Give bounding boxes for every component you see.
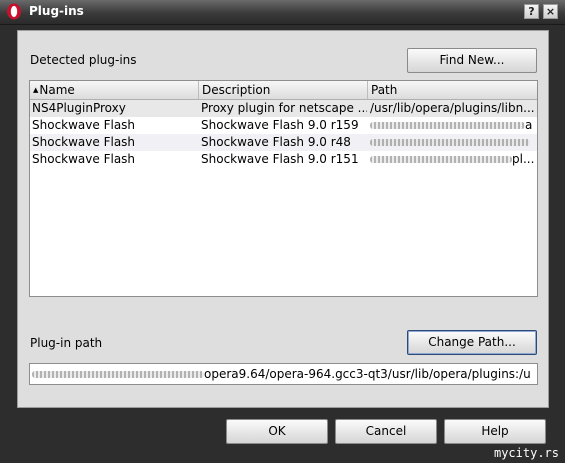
table-row[interactable]: Shockwave Flash Shockwave Flash 9.0 r48 [30,134,537,151]
window-title: Plug-ins [29,4,84,18]
column-header-name[interactable]: ▲Name [30,81,199,99]
plugin-path: a [370,117,536,134]
redacted-path [370,122,525,129]
column-header-description[interactable]: Description [199,81,368,99]
column-header-path[interactable]: Path [368,81,537,99]
table-row[interactable]: NS4PluginProxy Proxy plugin for netscape… [30,100,537,117]
redacted-path [32,371,204,378]
plugin-path [370,134,536,151]
close-title-button[interactable]: × [543,4,558,19]
plugin-name: Shockwave Flash [32,152,136,166]
help-button[interactable]: Help [444,419,546,444]
redacted-path [370,156,512,163]
table-row[interactable]: Shockwave Flash Shockwave Flash 9.0 r159… [30,117,537,134]
help-title-button[interactable]: ? [524,4,539,19]
plugin-path-label: Plug-in path [30,336,103,350]
plugin-description: Proxy plugin for netscape ... [201,101,367,115]
opera-logo-icon [7,3,21,20]
ok-button[interactable]: OK [226,419,328,444]
plugin-path: /usr/lib/opera/plugins/libn... [370,101,535,115]
plugin-name: Shockwave Flash [32,118,136,132]
plugin-description: Shockwave Flash 9.0 r151 [201,152,359,166]
cancel-button[interactable]: Cancel [335,419,437,444]
change-path-button[interactable]: Change Path... [407,330,537,355]
table-row[interactable]: Shockwave Flash Shockwave Flash 9.0 r151… [30,151,537,168]
sort-ascending-icon: ▲ [33,86,39,94]
plugin-name: NS4PluginProxy [32,101,126,115]
redacted-path [370,139,530,146]
watermark: mycity.rs [493,446,559,460]
list-header: ▲Name Description Path [30,81,537,100]
plugin-description: Shockwave Flash 9.0 r48 [201,135,351,149]
detected-plugins-label: Detected plug-ins [30,53,137,67]
plugin-path-field[interactable]: opera9.64/opera-964.gcc3-qt3/usr/lib/ope… [29,363,538,385]
find-new-button[interactable]: Find New... [407,48,537,73]
plugins-panel: Detected plug-ins Find New... ▲Name Desc… [17,30,549,408]
plugin-name: Shockwave Flash [32,135,136,149]
plugin-path: pl... [370,151,536,168]
plugin-description: Shockwave Flash 9.0 r159 [201,118,359,132]
plugins-list[interactable]: ▲Name Description Path NS4PluginProxy Pr… [29,80,538,297]
title-bar: Plug-ins ? × [0,0,565,25]
